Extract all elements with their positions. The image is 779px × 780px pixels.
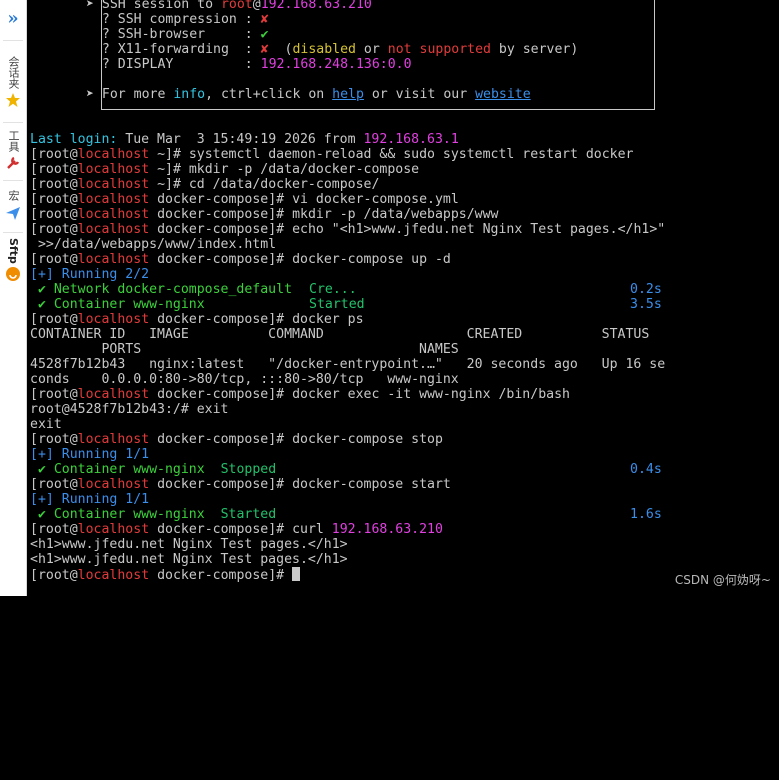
info-link[interactable]: info [173, 87, 205, 102]
command-line: [root@localhost ~]# cd /data/docker-comp… [30, 177, 380, 192]
macro-icon [6, 207, 20, 220]
sidebar-item-label: 工具 [7, 130, 20, 152]
double-chevron-right-icon: » [7, 8, 19, 29]
command-line: [root@localhost docker-compose]# docker … [30, 312, 364, 327]
banner-display: ? DISPLAY : 192.168.248.136:0.0 [86, 57, 412, 72]
sidebar-collapse-button[interactable]: » [0, 8, 26, 29]
command-line: [root@localhost docker-compose]# docker-… [30, 252, 451, 267]
current-prompt[interactable]: [root@localhost docker-compose]# [30, 567, 301, 583]
output-line: <h1>www.jfedu.net Nginx Test pages.</h1> [30, 537, 348, 552]
last-login-line: Last login: Tue Mar 3 15:49:19 2026 from… [30, 132, 459, 147]
output-line: root@4528f7b12b43:/# exit [30, 402, 229, 417]
watermark: CSDN @何妫呀~ [674, 573, 771, 587]
banner-ssh-browser: ? SSH-browser : ✔ [86, 27, 269, 42]
output-line: [+] Running 1/1 [30, 492, 150, 507]
banner-more-info: ➤ For more info, ctrl+click on help or v… [86, 87, 531, 102]
command-line: [root@localhost docker-compose]# mkdir -… [30, 207, 499, 222]
output-line: <h1>www.jfedu.net Nginx Test pages.</h1> [30, 552, 348, 567]
command-line: [root@localhost docker-compose]# echo "<… [30, 222, 666, 237]
output-line: 4528f7b12b43 nginx:latest "/docker-entry… [30, 357, 666, 372]
sidebar-item-sftp[interactable]: Sftp [0, 238, 26, 282]
sidebar-item-label: 会话夹 [7, 56, 20, 89]
command-line: [root@localhost docker-compose]# docker-… [30, 477, 451, 492]
command-line: [root@localhost docker-compose]# docker … [30, 387, 570, 402]
output-line: [+] Running 1/1 [30, 447, 150, 462]
output-line: ✔ Container www-nginx Stopped [30, 462, 277, 477]
output-line: PORTS NAMES [30, 342, 459, 357]
banner-ssh-compression: ? SSH compression : ✘ [86, 12, 269, 27]
sidebar-item-sessions[interactable]: 会话夹 [0, 56, 26, 108]
sidebar-item-label: Sftp [7, 238, 20, 264]
text-cursor [292, 567, 301, 581]
output-line: Cre... [309, 282, 357, 297]
tools-icon [7, 156, 20, 169]
output-line: 1.6s [630, 507, 662, 522]
star-icon [6, 93, 20, 107]
output-line: [+] Running 2/2 [30, 267, 150, 282]
output-line: 3.5s [630, 297, 662, 312]
command-line: [root@localhost ~]# mkdir -p /data/docke… [30, 162, 420, 177]
command-line: [root@localhost ~]# systemctl daemon-rel… [30, 147, 634, 162]
sidebar-item-macro[interactable]: 宏 [0, 190, 26, 221]
help-link[interactable]: help [332, 87, 364, 102]
output-line: >>/data/webapps/www/index.html [30, 237, 277, 252]
terminal-output[interactable]: ➤ SSH session to root@192.168.63.210 ? S… [27, 0, 779, 596]
output-line: ✔ Container www-nginx Started [30, 507, 277, 522]
side-toolbar: » 会话夹 工具 宏 Sftp [0, 0, 27, 596]
output-line: exit [30, 417, 62, 432]
command-line: [root@localhost docker-compose]# docker-… [30, 432, 443, 447]
command-line: [root@localhost docker-compose]# curl 19… [30, 522, 443, 537]
sidebar-item-label: 宏 [7, 190, 20, 201]
output-line: conds 0.0.0.0:80->80/tcp, :::80->80/tcp … [30, 372, 459, 387]
sftp-icon [6, 266, 20, 281]
output-line: 0.2s [630, 282, 662, 297]
command-line: [root@localhost docker-compose]# vi dock… [30, 192, 459, 207]
sidebar-item-tools[interactable]: 工具 [0, 130, 26, 171]
output-line: ✔ Network docker-compose_default [30, 282, 308, 297]
website-link[interactable]: website [475, 87, 531, 102]
banner-ssh-session: ➤ SSH session to root@192.168.63.210 [86, 0, 372, 12]
output-line: Started [309, 297, 365, 312]
output-line: ✔ Container www-nginx [30, 297, 300, 312]
banner-x11-forwarding: ? X11-forwarding : ✘ (disabled or not su… [86, 42, 579, 57]
output-line: CONTAINER ID IMAGE COMMAND CREATED STATU… [30, 327, 650, 342]
output-line: 0.4s [630, 462, 662, 477]
